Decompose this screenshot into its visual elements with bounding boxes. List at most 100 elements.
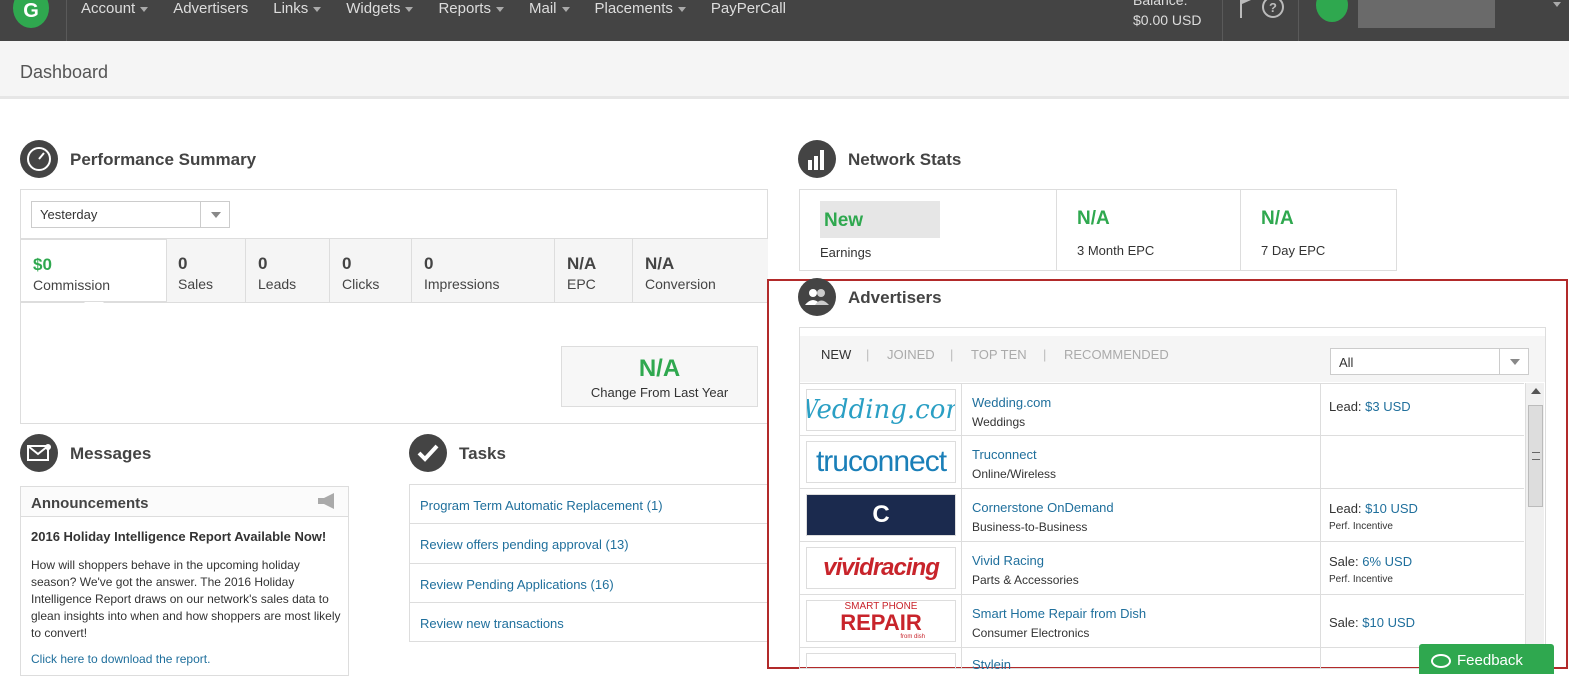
- advertiser-row: SMART PHONE REPAIR from dish Smart Home …: [800, 595, 1524, 648]
- logo-text: truconnect: [815, 445, 947, 478]
- advertiser-name-link[interactable]: Truconnect: [972, 447, 1037, 462]
- metric-epc[interactable]: N/A EPC: [555, 239, 633, 302]
- metric-clicks[interactable]: 0 Clicks: [330, 239, 412, 302]
- metric-label: Clicks: [342, 276, 380, 292]
- metric-label: Sales: [178, 276, 214, 292]
- advertiser-logo[interactable]: SMART PHONE REPAIR from dish: [806, 600, 956, 642]
- advertiser-offer: Sale: $10 USD: [1329, 615, 1415, 630]
- advertiser-name-link[interactable]: Stylein: [972, 657, 1011, 669]
- metric-value: 0: [178, 254, 188, 273]
- metric-value: 0: [342, 254, 352, 273]
- feedback-label: Feedback: [1457, 652, 1523, 669]
- chevron-down-icon: [405, 6, 414, 12]
- advertiser-logo[interactable]: vividracing: [806, 547, 956, 589]
- chevron-down-icon: [1510, 359, 1520, 365]
- perf-incentive-label: Perf. Incentive: [1329, 521, 1393, 532]
- announcements-header: Announcements: [21, 487, 348, 517]
- advertiser-logo[interactable]: [806, 653, 956, 669]
- chevron-down-icon: [495, 6, 504, 12]
- advertiser-offer: Sale: 6% USD: [1329, 554, 1412, 569]
- advertiser-logo[interactable]: C: [806, 494, 956, 536]
- change-from-last-year: N/A Change From Last Year: [561, 346, 758, 407]
- tab-joined[interactable]: JOINED: [887, 347, 935, 362]
- nav-advertisers[interactable]: Advertisers: [173, 0, 248, 20]
- task-item[interactable]: Review offers pending approval (13): [409, 523, 769, 563]
- advertiser-filter-select[interactable]: All: [1330, 348, 1529, 375]
- advertiser-name-link[interactable]: Vivid Racing: [972, 553, 1044, 568]
- page-header: Dashboard: [0, 41, 1569, 99]
- select-arrow[interactable]: [200, 202, 229, 227]
- user-avatar-icon[interactable]: [1316, 0, 1348, 22]
- metric-commission[interactable]: $0 Commission: [20, 239, 167, 302]
- chat-bubble-icon: [1431, 654, 1451, 668]
- offer-amount[interactable]: $10 USD: [1365, 501, 1418, 516]
- advertisers-title: Advertisers: [848, 288, 942, 307]
- stat-label: 7 Day EPC: [1261, 243, 1326, 258]
- megaphone-icon: [318, 493, 334, 509]
- stat-7day-epc: N/A 7 Day EPC: [1241, 190, 1396, 270]
- offer-type: Sale:: [1329, 554, 1359, 569]
- users-icon: [798, 278, 836, 316]
- advertiser-name-link[interactable]: Smart Home Repair from Dish: [972, 606, 1146, 621]
- user-name-redacted[interactable]: [1358, 0, 1495, 28]
- advertiser-logo[interactable]: Wedding.com: [806, 389, 956, 431]
- metric-impressions[interactable]: 0 Impressions: [412, 239, 555, 302]
- flag-icon[interactable]: [1238, 0, 1252, 18]
- tab-new[interactable]: NEW: [821, 347, 851, 362]
- nav-reports[interactable]: Reports: [438, 0, 504, 20]
- feedback-button[interactable]: Feedback: [1419, 644, 1554, 674]
- tab-recommended[interactable]: RECOMMENDED: [1064, 347, 1169, 362]
- envelope-icon: [20, 434, 58, 472]
- select-arrow[interactable]: [1499, 349, 1528, 374]
- nav-placements[interactable]: Placements: [595, 0, 686, 20]
- scroll-up-arrow-icon[interactable]: [1531, 388, 1541, 394]
- metric-value: $0: [33, 255, 52, 274]
- cj-logo[interactable]: G: [13, 0, 49, 28]
- filter-value: All: [1339, 355, 1354, 370]
- logo-tiny-text: from dish: [900, 634, 925, 640]
- tab-top-ten[interactable]: TOP TEN: [971, 347, 1027, 362]
- offer-type: Lead:: [1329, 501, 1362, 516]
- task-item[interactable]: Program Term Automatic Replacement (1): [409, 484, 769, 524]
- offer-type: Lead:: [1329, 399, 1362, 414]
- advertiser-info: Wedding.com Weddings: [961, 384, 1321, 436]
- stat-earnings: New Earnings: [800, 190, 1057, 270]
- nav-account[interactable]: Account: [81, 0, 149, 20]
- logo-text: C: [872, 501, 890, 528]
- nav-mail[interactable]: Mail: [529, 0, 570, 20]
- tab-divider: |: [866, 347, 870, 362]
- advertisers-scrollbar[interactable]: [1525, 383, 1544, 669]
- metric-value: 0: [258, 254, 268, 273]
- metric-sales[interactable]: 0 Sales: [166, 239, 246, 302]
- metric-conversion[interactable]: N/A Conversion: [633, 239, 766, 302]
- nav-widgets[interactable]: Widgets: [346, 0, 414, 20]
- advertiser-logo[interactable]: truconnect: [806, 441, 956, 483]
- balance-display[interactable]: Balance: $0.00 USD: [1133, 0, 1201, 30]
- metric-leads[interactable]: 0 Leads: [246, 239, 330, 302]
- advertiser-offer: Lead: $10 USD: [1329, 501, 1418, 516]
- chevron-down-icon[interactable]: [1553, 2, 1561, 7]
- advertiser-name-link[interactable]: Wedding.com: [972, 395, 1051, 410]
- divider: [1222, 0, 1223, 41]
- offer-amount[interactable]: $10 USD: [1362, 615, 1415, 630]
- divider: [66, 0, 67, 41]
- nav-links[interactable]: Links: [273, 0, 322, 20]
- announcement-body: How will shoppers behave in the upcoming…: [31, 558, 341, 640]
- advertiser-info: Vivid Racing Parts & Accessories: [961, 542, 1321, 594]
- help-icon[interactable]: ?: [1262, 0, 1284, 18]
- advertiser-category: Online/Wireless: [972, 467, 1057, 481]
- advertiser-category: Parts & Accessories: [972, 573, 1079, 587]
- advertiser-row: Stylein: [800, 648, 1524, 669]
- offer-amount[interactable]: 6% USD: [1362, 554, 1412, 569]
- download-report-link[interactable]: Click here to download the report.: [31, 652, 210, 666]
- advertiser-offer: Lead: $3 USD: [1329, 399, 1411, 414]
- advertiser-name-link[interactable]: Cornerstone OnDemand: [972, 500, 1114, 515]
- task-item[interactable]: Review new transactions: [409, 602, 769, 642]
- announcements-panel: Announcements 2016 Holiday Intelligence …: [20, 486, 349, 676]
- task-item[interactable]: Review Pending Applications (16): [409, 563, 769, 603]
- period-select[interactable]: Yesterday: [31, 201, 230, 228]
- nav-paypercall[interactable]: PayPerCall: [711, 0, 786, 20]
- scrollbar-thumb[interactable]: [1528, 405, 1543, 507]
- tab-divider: |: [1043, 347, 1047, 362]
- offer-amount[interactable]: $3 USD: [1365, 399, 1411, 414]
